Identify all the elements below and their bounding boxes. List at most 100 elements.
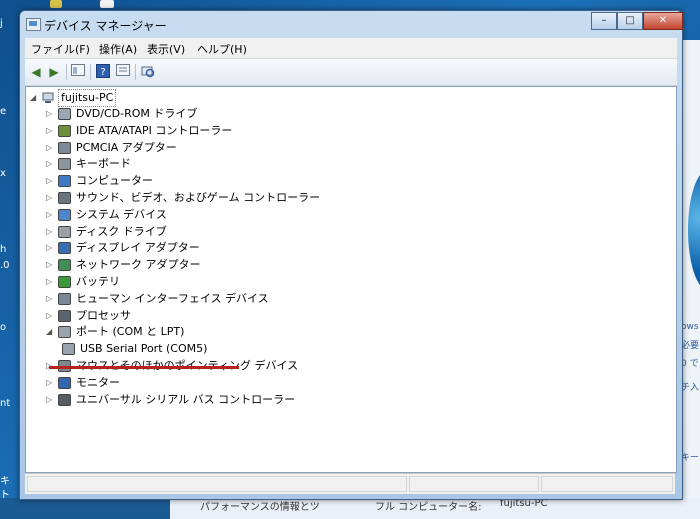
expand-arrow-icon[interactable]: ▷ bbox=[46, 190, 54, 206]
expand-arrow-icon[interactable]: ▷ bbox=[46, 207, 54, 223]
collapse-arrow-icon[interactable]: ◢ bbox=[46, 324, 54, 340]
svg-text:?: ? bbox=[100, 67, 105, 78]
panel-text: キー bbox=[681, 453, 700, 463]
tree-item-label: USB Serial Port (COM5) bbox=[80, 342, 208, 356]
disk-drive-icon bbox=[58, 225, 71, 238]
display-adapter-icon bbox=[58, 242, 71, 255]
tree-item-label: プロセッサ bbox=[76, 308, 131, 322]
tree-item-label: ヒューマン インターフェイス デバイス bbox=[76, 291, 269, 305]
device-manager-window: デバイス マネージャー – □ ✕ ファイル(F) 操作(A) 表示(V) ヘル… bbox=[19, 10, 683, 500]
scan-hardware-icon[interactable] bbox=[140, 64, 156, 80]
console-tree-icon[interactable] bbox=[70, 64, 86, 80]
menu-help[interactable]: ヘルプ(H) bbox=[197, 41, 247, 57]
tree-item-label: ディスプレイ アダプター bbox=[76, 241, 200, 255]
keyboard-icon bbox=[58, 158, 71, 171]
status-segment bbox=[409, 476, 539, 492]
window-title: デバイス マネージャー bbox=[44, 19, 167, 33]
back-arrow-icon[interactable]: ◀ bbox=[28, 64, 44, 80]
menu-view[interactable]: 表示(V) bbox=[147, 41, 185, 57]
system-properties-panel: パフォーマンスの情報とツ フル コンピューター名: fujitsu-PC bbox=[170, 498, 700, 519]
network-adapter-icon bbox=[58, 259, 71, 272]
tree-item-label: ディスク ドライブ bbox=[76, 224, 167, 238]
tree-item-label: PCMCIA アダプター bbox=[76, 140, 177, 154]
minimize-button[interactable]: – bbox=[591, 12, 617, 30]
expand-arrow-icon[interactable]: ▷ bbox=[46, 308, 54, 324]
close-button[interactable]: ✕ bbox=[643, 12, 683, 30]
expand-arrow-icon[interactable]: ▷ bbox=[46, 156, 54, 172]
status-bar bbox=[25, 473, 675, 494]
device-tree: ◢ fujitsu-PC ▷ DVD/CD-ROM ドライブ ▷ IDE ATA/AT… bbox=[25, 86, 677, 473]
desktop-text: o bbox=[0, 322, 7, 333]
desktop-strip bbox=[0, 498, 170, 519]
desktop-shortcut-icon[interactable] bbox=[50, 0, 62, 8]
toolbar-separator bbox=[135, 64, 136, 80]
status-segment bbox=[541, 476, 673, 492]
desktop-text: h bbox=[0, 244, 7, 255]
toolbar-separator bbox=[66, 64, 67, 80]
port-icon bbox=[58, 326, 71, 339]
expand-arrow-icon[interactable]: ▷ bbox=[46, 173, 54, 189]
highlight-underline bbox=[49, 366, 239, 369]
monitor-icon bbox=[58, 376, 71, 389]
tree-item-label: DVD/CD-ROM ドライブ bbox=[76, 107, 198, 120]
computer-icon bbox=[58, 175, 71, 188]
status-segment bbox=[27, 476, 407, 492]
forward-arrow-icon[interactable]: ▶ bbox=[46, 64, 62, 80]
expand-arrow-icon[interactable]: ▷ bbox=[46, 224, 54, 240]
expand-arrow-icon[interactable]: ▷ bbox=[46, 291, 54, 307]
tree-item-label: IDE ATA/ATAPI コントローラー bbox=[76, 123, 233, 137]
toolbar-separator bbox=[90, 64, 91, 80]
expand-arrow-icon[interactable]: ▷ bbox=[46, 375, 54, 391]
tree-item-label: システム デバイス bbox=[76, 207, 167, 221]
expand-arrow-icon[interactable]: ▷ bbox=[46, 257, 54, 273]
device-manager-icon bbox=[26, 18, 41, 31]
usb-icon bbox=[58, 393, 71, 406]
expand-arrow-icon[interactable]: ▷ bbox=[46, 140, 54, 156]
processor-icon bbox=[58, 309, 71, 322]
tree-item-label: ユニバーサル シリアル バス コントローラー bbox=[76, 392, 296, 406]
panel-text: ows bbox=[681, 322, 699, 332]
desktop-document-icon[interactable] bbox=[100, 0, 114, 8]
root-label: fujitsu-PC bbox=[58, 89, 117, 107]
menu-bar: ファイル(F) 操作(A) 表示(V) ヘルプ(H) bbox=[25, 38, 677, 59]
toolbar: ◀ ▶ ? bbox=[25, 59, 677, 86]
performance-link[interactable]: パフォーマンスの情報とツ bbox=[200, 498, 320, 513]
desktop-text: .0 bbox=[0, 260, 10, 271]
speaker-icon bbox=[58, 192, 71, 204]
tree-item-label: ネットワーク アダプター bbox=[76, 258, 201, 272]
port-icon bbox=[62, 343, 75, 356]
tree-item-label: コンピューター bbox=[76, 174, 153, 188]
expand-arrow-icon[interactable]: ▷ bbox=[46, 392, 54, 408]
desktop-text: nt bbox=[0, 398, 11, 409]
menu-file[interactable]: ファイル(F) bbox=[31, 41, 90, 57]
expand-arrow-icon[interactable]: ▷ bbox=[46, 240, 54, 256]
panel-text: 0 で bbox=[681, 359, 699, 369]
battery-icon bbox=[58, 276, 71, 288]
desktop-text: e bbox=[0, 106, 7, 117]
tree-item-label: キーボード bbox=[76, 157, 131, 171]
desktop-text: j bbox=[0, 18, 3, 29]
panel-text: チ入 bbox=[681, 383, 700, 393]
tree-item-label: サウンド、ビデオ、およびゲーム コントローラー bbox=[76, 191, 321, 204]
help-icon[interactable]: ? bbox=[95, 64, 111, 80]
tree-item-label: ポート (COM と LPT) bbox=[76, 325, 185, 339]
panel-text: 必要 bbox=[681, 341, 700, 351]
system-device-icon bbox=[58, 208, 71, 221]
dvd-drive-icon bbox=[58, 108, 71, 120]
properties-icon[interactable] bbox=[115, 64, 131, 80]
expand-arrow-icon[interactable]: ▷ bbox=[46, 106, 54, 122]
title-bar[interactable]: デバイス マネージャー – □ ✕ bbox=[20, 11, 683, 37]
menu-action[interactable]: 操作(A) bbox=[99, 41, 137, 57]
desktop-text: キ bbox=[0, 476, 10, 487]
expand-arrow-icon[interactable]: ▷ bbox=[46, 274, 54, 290]
maximize-button[interactable]: □ bbox=[617, 12, 643, 30]
collapse-arrow-icon[interactable]: ◢ bbox=[30, 90, 38, 106]
tree-item-label: バッテリ bbox=[76, 275, 120, 288]
tree-item-label: モニター bbox=[76, 375, 120, 389]
ide-controller-icon bbox=[58, 124, 71, 137]
computer-root-icon bbox=[42, 92, 55, 104]
pcmcia-adapter-icon bbox=[58, 141, 71, 154]
desktop-text: x bbox=[0, 168, 6, 179]
expand-arrow-icon[interactable]: ▷ bbox=[46, 123, 54, 139]
hid-icon bbox=[58, 292, 71, 305]
